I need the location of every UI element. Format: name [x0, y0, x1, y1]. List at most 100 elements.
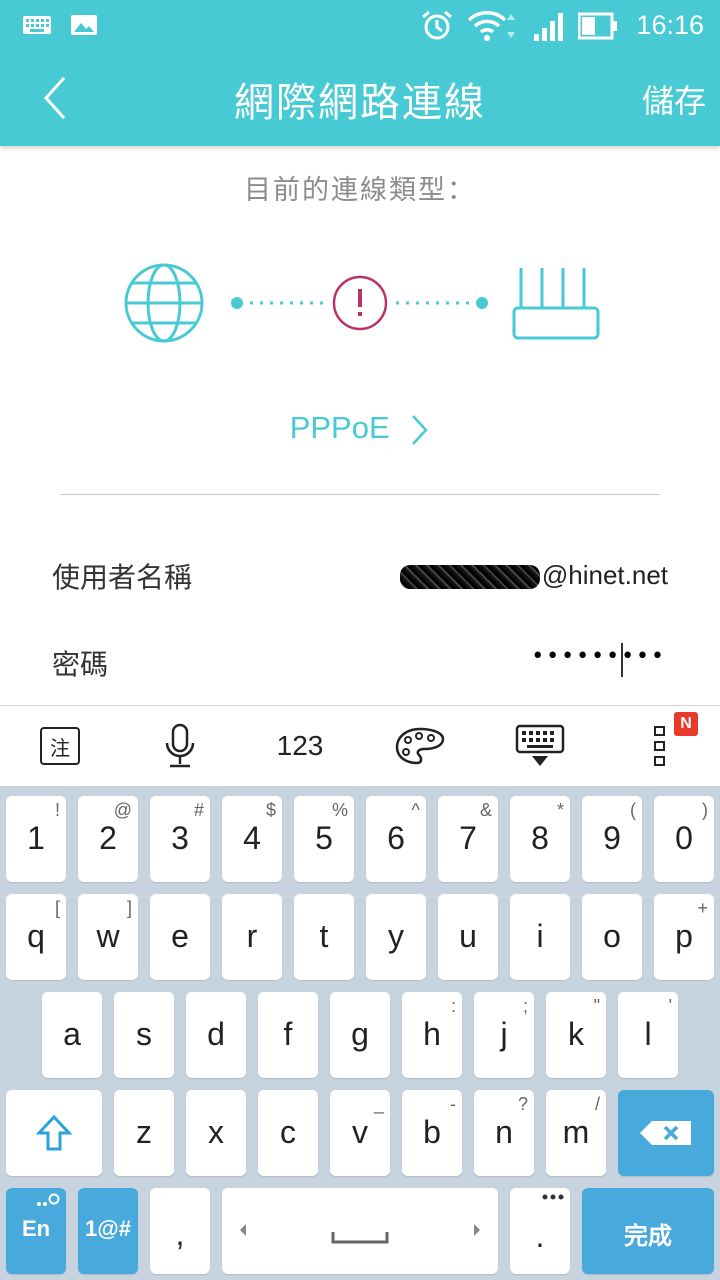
backspace-key[interactable]	[618, 1090, 714, 1176]
theme-button[interactable]	[380, 706, 460, 786]
key-m[interactable]: m /	[546, 1090, 606, 1176]
key-b[interactable]: b-	[402, 1090, 462, 1176]
key-5[interactable]: 5%	[294, 796, 354, 882]
key-secondary-label: $	[265, 800, 276, 820]
key-u[interactable]: u	[438, 894, 498, 980]
key-secondary-label: ?	[517, 1094, 528, 1114]
key-q[interactable]: q[	[6, 894, 66, 980]
key-n[interactable]: n?	[474, 1090, 534, 1176]
key-label: 7	[459, 820, 477, 856]
key-7[interactable]: 7 &	[438, 796, 498, 882]
status-bar: 16:16	[0, 0, 720, 52]
battery-icon	[578, 12, 617, 40]
key-6[interactable]: 6 ^	[366, 796, 426, 882]
key-1[interactable]: 1!	[6, 796, 66, 882]
username-field[interactable]: @hinet.net	[399, 560, 668, 591]
period-key[interactable]: .	[510, 1188, 570, 1274]
key-e[interactable]: e	[150, 894, 210, 980]
key-label: 3	[171, 820, 189, 856]
key-c[interactable]: c	[258, 1090, 318, 1176]
key-d[interactable]: d	[186, 992, 246, 1078]
key-label: 4	[243, 820, 261, 856]
voice-input-button[interactable]	[140, 706, 220, 786]
language-label: En	[21, 1216, 51, 1241]
key-t[interactable]: t	[294, 894, 354, 980]
key-label: w	[96, 918, 120, 954]
key-label: v	[352, 1114, 368, 1150]
key-secondary-label: -	[450, 1094, 456, 1114]
signal-icon	[534, 13, 563, 41]
key-4[interactable]: 4 $	[222, 796, 282, 882]
wifi-icon	[467, 11, 515, 41]
key-l[interactable]: l '	[618, 992, 678, 1078]
key-label: 1	[27, 820, 45, 856]
key-i[interactable]: i	[510, 894, 570, 980]
hide-keyboard-button[interactable]	[500, 706, 580, 786]
key-v[interactable]: v _	[330, 1090, 390, 1176]
key-label: 2	[99, 820, 117, 856]
status-time: 16:16	[636, 10, 704, 40]
key-f[interactable]: f	[258, 992, 318, 1078]
key-label: 9	[603, 820, 621, 856]
key-2[interactable]: 2 @	[78, 796, 138, 882]
zhuyin-icon: 注	[40, 727, 80, 765]
key-9[interactable]: 9(	[582, 796, 642, 882]
key-secondary-label: %	[331, 800, 348, 820]
key-w[interactable]: w]	[78, 894, 138, 980]
key-label: k	[568, 1016, 584, 1052]
settings-icon	[37, 1193, 60, 1206]
key-y[interactable]: y	[366, 894, 426, 980]
key-k[interactable]: k "	[546, 992, 606, 1078]
key-z[interactable]: z	[114, 1090, 174, 1176]
text-cursor	[621, 643, 623, 677]
key-secondary-label: /	[594, 1094, 600, 1114]
alarm-icon	[422, 10, 452, 40]
symbols-key[interactable]: 1@#	[78, 1188, 138, 1274]
key-secondary-label: ^	[411, 800, 420, 820]
key-label: c	[280, 1114, 296, 1150]
key-8[interactable]: 8 *	[510, 796, 570, 882]
key-label: p	[675, 918, 693, 954]
key-label: d	[207, 1016, 225, 1052]
key-r[interactable]: r	[222, 894, 282, 980]
key-label: x	[208, 1114, 224, 1150]
save-button[interactable]: 儲存	[642, 76, 706, 122]
more-vertical-icon	[654, 726, 665, 766]
keyboard-notification-icon	[23, 16, 51, 34]
key-x[interactable]: x	[186, 1090, 246, 1176]
key-label: 5	[315, 820, 333, 856]
key-secondary-label: !	[54, 800, 60, 820]
key-3[interactable]: 3 #	[150, 796, 210, 882]
key-label: f	[283, 1016, 293, 1052]
key-label: j	[500, 1016, 508, 1052]
password-field[interactable]: •••••••••	[531, 644, 666, 669]
connection-type-selector[interactable]: PPPoE	[0, 410, 720, 447]
comma-key[interactable]: ,	[150, 1188, 210, 1274]
key-j[interactable]: j;	[474, 992, 534, 1078]
key-label: z	[136, 1114, 152, 1150]
shift-key[interactable]	[6, 1090, 102, 1176]
zhuyin-input-button[interactable]: 注	[20, 706, 100, 786]
done-key[interactable]: 完成	[582, 1188, 714, 1274]
key-label: 6	[387, 820, 405, 856]
key-secondary-label: *	[556, 800, 564, 820]
key-secondary-label: )	[702, 800, 708, 820]
key-p[interactable]: p +	[654, 894, 714, 980]
key-label: y	[388, 918, 404, 954]
language-key[interactable]: En	[6, 1188, 66, 1274]
key-0[interactable]: 0)	[654, 796, 714, 882]
key-h[interactable]: h:	[402, 992, 462, 1078]
key-o[interactable]: o	[582, 894, 642, 980]
key-secondary-label: _	[373, 1094, 384, 1114]
key-a[interactable]: a	[42, 992, 102, 1078]
key-g[interactable]: g	[330, 992, 390, 1078]
divider	[60, 494, 660, 495]
key-secondary-label: @	[113, 800, 132, 820]
connection-type-value: PPPoE	[289, 410, 390, 445]
microphone-icon	[165, 723, 195, 768]
password-value: •••••••••	[531, 644, 666, 669]
number-mode-button[interactable]: 123	[260, 706, 340, 786]
space-key[interactable]	[222, 1188, 498, 1274]
key-s[interactable]: s	[114, 992, 174, 1078]
key-secondary-label: ;	[522, 996, 528, 1016]
